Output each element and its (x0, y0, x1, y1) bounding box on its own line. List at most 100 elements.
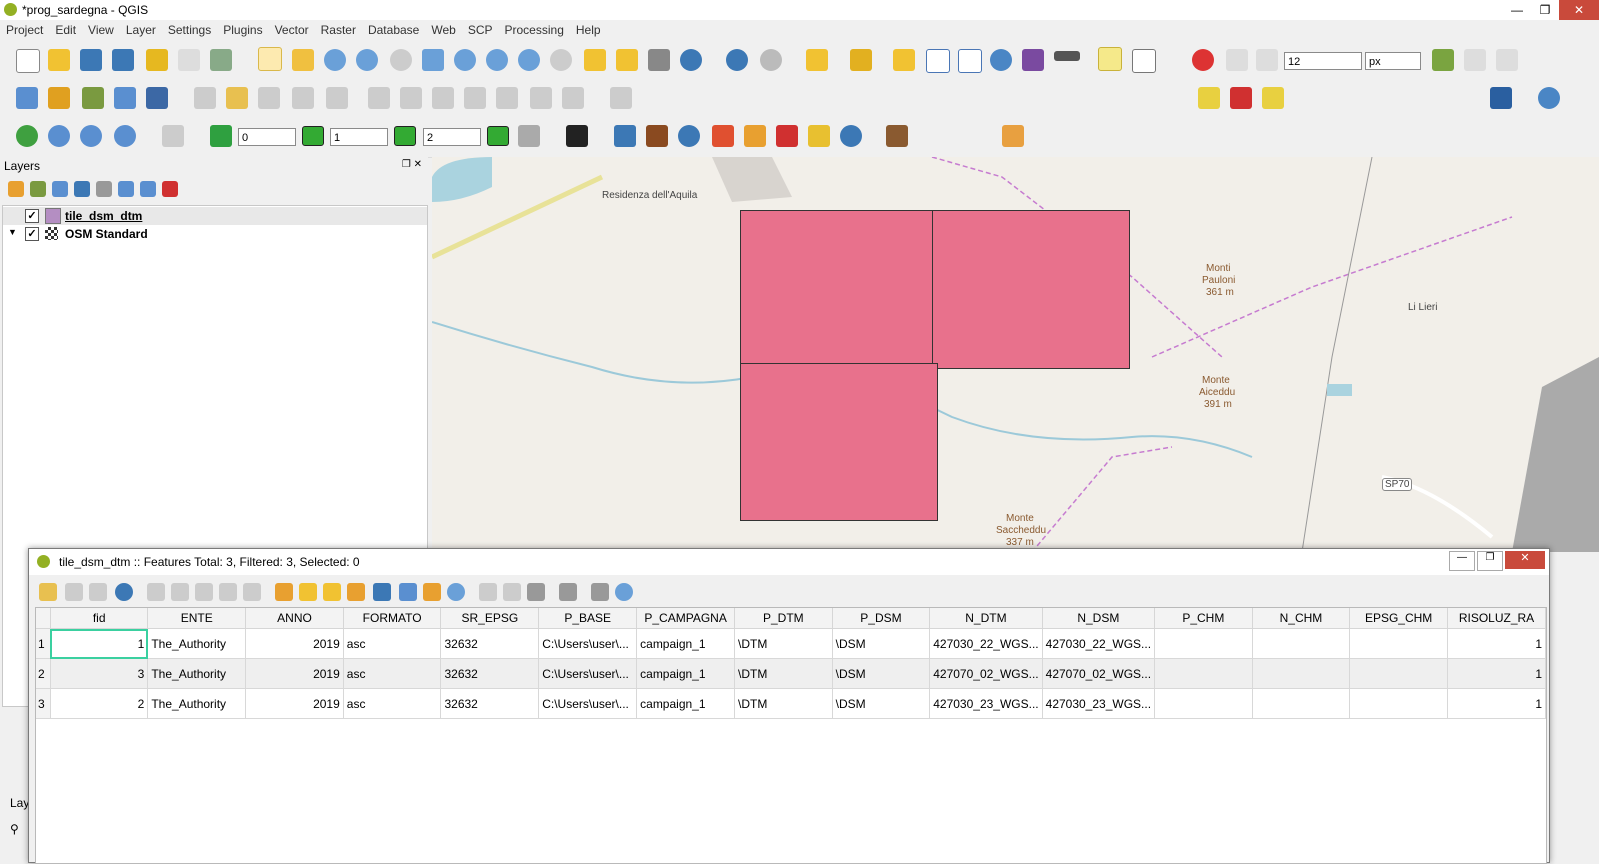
menu-help[interactable]: Help (570, 20, 607, 40)
pin-labels-icon[interactable] (1262, 87, 1284, 109)
digitize-tracing-icon[interactable] (1226, 49, 1248, 71)
select-by-value-icon[interactable] (850, 49, 872, 71)
table-cell[interactable]: campaign_1 (636, 628, 736, 659)
copy-features-icon[interactable] (464, 87, 486, 109)
menu-web[interactable]: Web (425, 20, 461, 40)
shield-icon[interactable] (162, 125, 184, 147)
table-cell[interactable]: 1 (50, 628, 149, 659)
select-by-expression-icon[interactable] (275, 583, 293, 601)
expand-arrow-icon[interactable]: ▼ (8, 227, 17, 237)
select-all-icon[interactable] (299, 583, 317, 601)
zoom-to-selection-icon[interactable] (454, 49, 476, 71)
menu-settings[interactable]: Settings (162, 20, 217, 40)
paste-features-icon[interactable] (496, 87, 518, 109)
label-icon[interactable] (1198, 87, 1220, 109)
layout-manager-icon[interactable] (178, 49, 200, 71)
undo-icon[interactable] (530, 87, 552, 109)
minimize-button[interactable]: — (1503, 0, 1531, 20)
expand-all-icon[interactable] (118, 181, 134, 197)
pan-to-selected-icon[interactable] (423, 583, 441, 601)
add-wfs-layer-icon[interactable] (146, 87, 168, 109)
zoom-next-icon[interactable] (550, 49, 572, 71)
new-map-view-icon[interactable] (584, 49, 606, 71)
add-wms-layer-icon[interactable] (114, 87, 136, 109)
column-header-epsg-chm[interactable]: EPSG_CHM (1349, 608, 1449, 629)
text-annotation-icon[interactable] (1132, 49, 1156, 73)
table-cell[interactable]: \DTM (734, 628, 833, 659)
table-cell[interactable]: 1 (1447, 688, 1546, 719)
refresh-icon[interactable] (680, 49, 702, 71)
band-set-icon[interactable] (210, 125, 232, 147)
table-cell[interactable]: The_Authority (147, 688, 247, 719)
actions-icon[interactable] (615, 583, 633, 601)
add-delimited-text-icon[interactable] (82, 87, 104, 109)
chm-icon[interactable] (646, 125, 668, 147)
add-feature-icon[interactable] (292, 87, 314, 109)
paste-icon[interactable] (243, 583, 261, 601)
wand-icon[interactable] (808, 125, 830, 147)
column-header-risoluz-ra[interactable]: RISOLUZ_RA (1447, 608, 1546, 629)
grid-icon[interactable] (776, 125, 798, 147)
save-as-icon[interactable] (112, 49, 134, 71)
pan-map-icon[interactable] (258, 47, 282, 71)
zoom-in-icon[interactable] (324, 49, 346, 71)
add-wfs-globe-icon[interactable] (114, 125, 136, 147)
multi-edit-icon[interactable] (65, 583, 83, 601)
table-cell[interactable] (1349, 658, 1449, 689)
map-canvas[interactable]: Residenza dell'Aquila Monti Pauloni 361 … (432, 157, 1599, 552)
table-cell[interactable]: \DTM (734, 658, 833, 689)
add-vector-layer-icon[interactable] (16, 87, 38, 109)
add-wcs-globe-icon[interactable] (80, 125, 102, 147)
collapse-all-icon[interactable] (140, 181, 156, 197)
toggle-editing-icon[interactable] (39, 583, 57, 601)
table-cell[interactable]: 427030_23_WGS... (1042, 688, 1156, 719)
field-calculator-icon[interactable] (1022, 49, 1044, 71)
table-cell[interactable]: \DSM (832, 628, 931, 659)
menu-project[interactable]: Project (0, 20, 49, 40)
column-header-p-chm[interactable]: P_CHM (1154, 608, 1253, 629)
table-cell[interactable]: asc (343, 628, 442, 659)
toolbox-icon[interactable] (990, 49, 1012, 71)
table-cell[interactable]: 2019 (245, 688, 344, 719)
new-print-layout-icon[interactable] (146, 49, 168, 71)
column-header-p-base[interactable]: P_BASE (538, 608, 638, 629)
table-cell[interactable]: 427030_22_WGS... (1042, 628, 1156, 659)
table-cell[interactable] (1154, 688, 1253, 719)
redo-icon[interactable] (562, 87, 584, 109)
select-features-icon[interactable] (806, 49, 828, 71)
menu-vector[interactable]: Vector (269, 20, 315, 40)
menu-edit[interactable]: Edit (49, 20, 82, 40)
play-green-icon[interactable] (394, 126, 416, 146)
run-action-icon[interactable] (760, 49, 782, 71)
table-cell[interactable]: C:\Users\user\... (538, 688, 638, 719)
table-cell[interactable] (1349, 688, 1449, 719)
table-cell[interactable]: asc (343, 658, 442, 689)
polygon-tile-2[interactable] (932, 210, 1130, 369)
table-cell[interactable]: The_Authority (147, 658, 247, 689)
tripod-icon[interactable] (886, 125, 908, 147)
move-selection-top-icon[interactable] (399, 583, 417, 601)
search-icon[interactable]: ⚲ (10, 822, 19, 836)
pan-to-selection-icon[interactable] (292, 49, 314, 71)
add-raster-layer-icon[interactable] (48, 87, 70, 109)
add-wms-globe-icon[interactable] (48, 125, 70, 147)
table-cell[interactable]: 427030_22_WGS... (929, 628, 1043, 659)
cut-features-icon[interactable] (432, 87, 454, 109)
pencil-tool-icon[interactable] (744, 125, 766, 147)
table-cell[interactable]: 427070_02_WGS... (1042, 658, 1156, 689)
scp-icon[interactable] (566, 125, 588, 147)
remove-layer-icon[interactable] (162, 181, 178, 197)
open-attribute-table-icon[interactable] (926, 49, 950, 73)
measure-icon[interactable] (1054, 51, 1080, 61)
minimize-button[interactable]: — (1449, 551, 1475, 571)
polygon-tile-1[interactable] (740, 210, 935, 365)
diagram-icon[interactable] (1230, 87, 1252, 109)
save-edits-icon[interactable] (258, 87, 280, 109)
manage-visibility-icon[interactable] (52, 181, 68, 197)
table-cell[interactable] (1252, 688, 1351, 719)
font-unit-select[interactable]: px (1365, 52, 1421, 70)
table-cell[interactable]: 2 (50, 688, 149, 719)
table-cell[interactable]: 32632 (440, 658, 540, 689)
column-header-ente[interactable]: ENTE (147, 608, 247, 629)
menu-database[interactable]: Database (362, 20, 425, 40)
